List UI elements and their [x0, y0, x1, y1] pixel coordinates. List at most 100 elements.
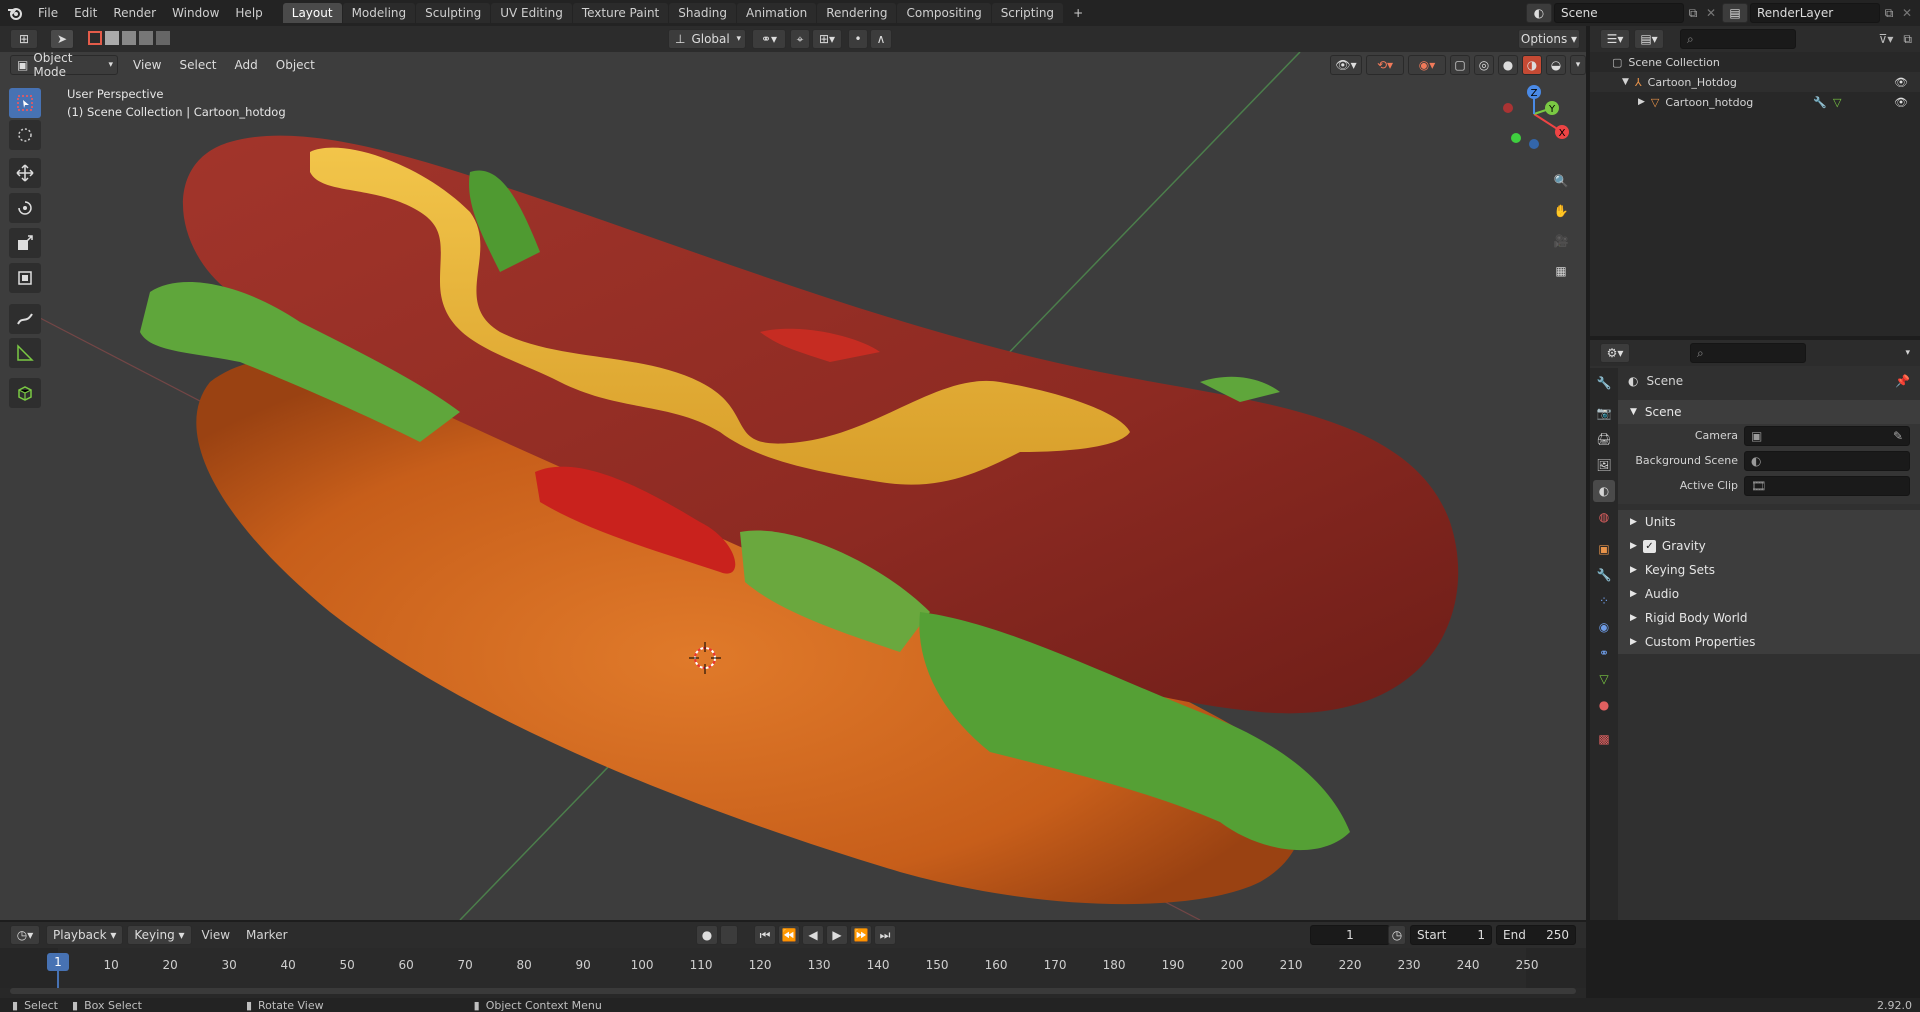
3d-viewport[interactable]: X Y Z ▣ Object Mode ▾ View Select Add Obje… — [0, 52, 1586, 920]
tab-uv-editing[interactable]: UV Editing — [491, 3, 572, 23]
playback-dropdown[interactable]: Playback ▾ — [46, 925, 124, 945]
shading-wireframe-icon[interactable]: ◎ — [1474, 55, 1494, 75]
jump-next-key-icon[interactable]: ⏩ — [850, 925, 872, 945]
tab-physics-icon[interactable]: ◉ — [1593, 616, 1615, 638]
navigation-gizmo[interactable]: X Y Z — [1503, 85, 1569, 149]
tab-texture-paint[interactable]: Texture Paint — [572, 3, 669, 23]
select-extend-icon[interactable] — [105, 31, 119, 45]
tab-modifiers-icon[interactable]: 🔧 — [1593, 564, 1615, 586]
falloff-icon[interactable]: ∧ — [870, 29, 892, 49]
tool-transform[interactable] — [9, 263, 41, 293]
shading-solid-icon[interactable]: ● — [1498, 55, 1518, 75]
keying-dropdown[interactable]: Keying ▾ — [127, 925, 192, 945]
transform-orientation-dropdown[interactable]: ⊥ Global ▾ — [668, 29, 746, 49]
tab-scripting[interactable]: Scripting — [991, 3, 1064, 23]
tab-shading[interactable]: Shading — [669, 3, 736, 23]
panel-gravity[interactable]: ▶ ✓ Gravity — [1618, 534, 1920, 558]
play-icon[interactable]: ▶ — [826, 925, 848, 945]
eye-icon[interactable]: 👁 — [1894, 76, 1908, 89]
blender-logo-icon[interactable] — [0, 0, 30, 26]
background-scene-field[interactable]: ◐ — [1744, 451, 1910, 471]
frame-ruler[interactable]: 10 20 30 40 50 60 70 80 90 100 110 120 130 140 150 160 1… — [0, 948, 1586, 988]
eye-icon[interactable]: 👁 — [1894, 96, 1908, 109]
timeline-scrollbar[interactable] — [10, 988, 1576, 994]
panel-custom-properties[interactable]: ▶ Custom Properties — [1618, 630, 1920, 654]
tab-object-icon[interactable]: ▣ — [1593, 538, 1615, 560]
tab-modeling[interactable]: Modeling — [342, 3, 416, 23]
tab-sculpting[interactable]: Sculpting — [416, 3, 491, 23]
gizmo-toggle[interactable]: ⟲▾ — [1366, 55, 1404, 75]
auto-key-options-icon[interactable] — [720, 925, 738, 945]
object-mode-dropdown[interactable]: ▣ Object Mode ▾ — [10, 52, 118, 79]
tab-world-icon[interactable]: ◍ — [1593, 506, 1615, 528]
add-workspace-button[interactable]: + — [1064, 3, 1092, 23]
menu-file[interactable]: File — [30, 6, 66, 20]
tab-render-icon[interactable]: 📷 — [1593, 402, 1615, 424]
viewport-scene[interactable]: X Y Z — [0, 52, 1586, 920]
select-tool-icon[interactable]: ➤ — [50, 29, 74, 49]
tab-layout[interactable]: Layout — [282, 3, 342, 23]
tab-animation[interactable]: Animation — [737, 3, 817, 23]
outliner-search-input[interactable]: ⌕ — [1680, 29, 1796, 49]
tool-cursor[interactable] — [9, 120, 41, 150]
gizmo-neg-x-icon[interactable] — [1503, 103, 1513, 113]
select-invert-icon[interactable] — [139, 31, 153, 45]
select-new-icon[interactable] — [88, 31, 102, 45]
shading-rendered-icon[interactable]: ◒ — [1546, 55, 1566, 75]
gravity-checkbox[interactable]: ✓ — [1642, 539, 1656, 553]
options-dropdown[interactable]: Options ▾ — [1518, 29, 1580, 49]
viewport-menu-view[interactable]: View — [124, 58, 170, 72]
eyedropper-icon[interactable]: ✎ — [1893, 429, 1903, 443]
tab-tool-icon[interactable]: 🔧 — [1593, 372, 1615, 394]
tab-rendering[interactable]: Rendering — [817, 3, 897, 23]
properties-editor-type-icon[interactable]: ⚙▾ — [1600, 343, 1630, 363]
proportional-edit-icon[interactable]: • — [848, 29, 868, 49]
end-frame-field[interactable]: End 250 — [1496, 925, 1576, 945]
preview-range-icon[interactable]: ◷ — [1388, 925, 1406, 945]
camera-view-icon[interactable]: 🎥 — [1548, 228, 1574, 254]
filter-icon[interactable]: ⊽▾ — [1879, 32, 1894, 46]
scene-name-field[interactable]: Scene — [1554, 3, 1684, 23]
tab-compositing[interactable]: Compositing — [897, 3, 991, 23]
timeline-editor-type-icon[interactable]: ◷▾ — [10, 925, 40, 945]
tab-texture-icon[interactable]: ▩ — [1593, 728, 1615, 750]
timeline-menu-marker[interactable]: Marker — [246, 928, 287, 942]
xray-toggle[interactable]: ▢ — [1450, 55, 1470, 75]
panel-scene-header[interactable]: ▼ Scene — [1618, 400, 1920, 424]
scene-new-icon[interactable]: ⧉ — [1684, 6, 1702, 21]
tool-measure[interactable] — [9, 338, 41, 368]
tab-output-icon[interactable]: 🖨 — [1593, 428, 1615, 450]
ortho-grid-icon[interactable]: ▦ — [1548, 258, 1574, 284]
tab-scene-icon[interactable]: ◐ — [1593, 480, 1615, 502]
new-collection-icon[interactable]: ⧉ — [1903, 32, 1912, 47]
panel-rigid-body-world[interactable]: ▶ Rigid Body World — [1618, 606, 1920, 630]
outliner-display-mode-icon[interactable]: ▤▾ — [1634, 29, 1664, 49]
viewport-menu-object[interactable]: Object — [267, 58, 324, 72]
visibility-dropdown[interactable]: 👁▾ — [1330, 55, 1362, 75]
view-layer-name-field[interactable]: RenderLayer — [1750, 3, 1880, 23]
viewport-menu-select[interactable]: Select — [170, 58, 225, 72]
shading-options-dropdown[interactable]: ▾ — [1570, 55, 1586, 75]
tab-constraints-icon[interactable]: ⚭ — [1593, 642, 1615, 664]
select-mode-icons[interactable] — [88, 31, 170, 45]
jump-start-icon[interactable]: ⏮ — [754, 925, 776, 945]
outliner-row-cartoon-hotdog-mesh[interactable]: ▶ ▽ Cartoon_hotdog 🔧 ▽ 👁 — [1590, 92, 1920, 112]
snap-target-dropdown[interactable]: ⊞▾ — [812, 29, 842, 49]
panel-keying-sets[interactable]: ▶ Keying Sets — [1618, 558, 1920, 582]
menu-window[interactable]: Window — [164, 6, 227, 20]
gizmo-neg-y-icon[interactable] — [1511, 133, 1521, 143]
outliner-row-scene-collection[interactable]: ▢ Scene Collection — [1590, 52, 1920, 72]
shading-material-icon[interactable]: ◑ — [1522, 55, 1542, 75]
panel-audio[interactable]: ▶ Audio — [1618, 582, 1920, 606]
snap-toggle-icon[interactable]: ⌖ — [790, 29, 810, 49]
overlay-toggle[interactable]: ◉▾ — [1408, 55, 1446, 75]
tab-view-layer-icon[interactable]: 🖼 — [1593, 454, 1615, 476]
expand-down-icon[interactable]: ▼ — [1622, 77, 1629, 87]
jump-end-icon[interactable]: ⏭ — [874, 925, 896, 945]
start-frame-field[interactable]: Start 1 — [1410, 925, 1492, 945]
outliner-editor-type-icon[interactable]: ☰▾ — [1600, 29, 1630, 49]
active-clip-field[interactable]: 🎞 — [1744, 476, 1910, 496]
current-frame-field[interactable]: 1 — [1310, 925, 1390, 945]
view-layer-browse-icon[interactable]: ▤ — [1722, 3, 1748, 23]
outliner-row-cartoon-hotdog-collection[interactable]: ▼ ⅄ Cartoon_Hotdog 👁 — [1590, 72, 1920, 92]
